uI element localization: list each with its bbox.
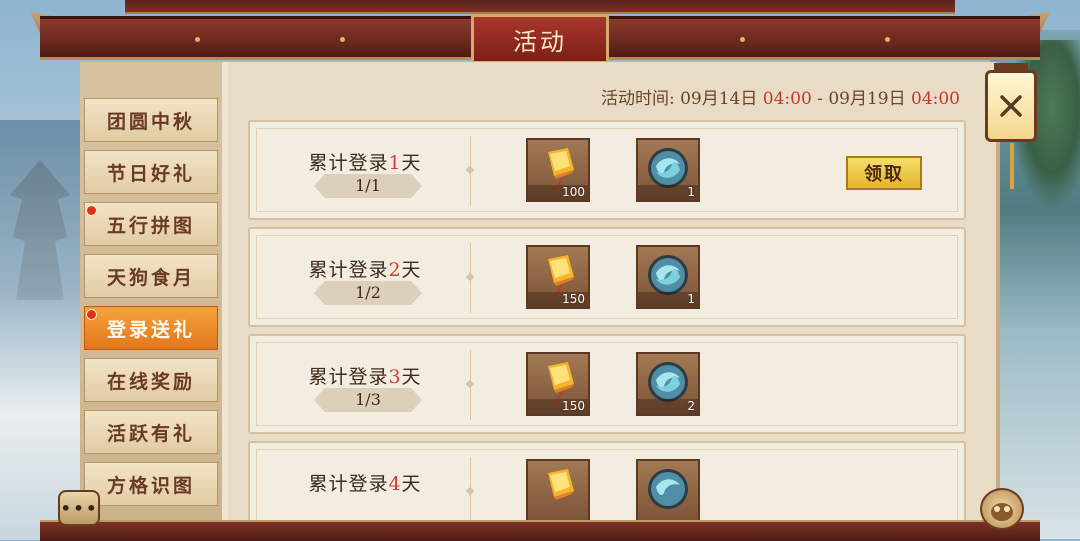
reward-condition: 累计登录1天 xyxy=(290,148,440,175)
lantern-cap xyxy=(994,63,1028,71)
tab-online-rewards[interactable]: 在线奖励 xyxy=(84,358,218,402)
reward-item-orb[interactable]: 1 xyxy=(636,245,700,309)
event-time-separator: - xyxy=(817,89,823,109)
reward-condition: 累计登录3天 xyxy=(290,362,440,389)
close-button[interactable] xyxy=(985,63,1037,189)
event-start-time: 04:00 xyxy=(762,89,812,109)
tab-label: 团圆中秋 xyxy=(106,110,195,133)
lantern-tassel xyxy=(1010,143,1014,189)
claim-button[interactable]: 领取 xyxy=(846,156,922,190)
progress-text: 1/1 xyxy=(314,174,422,198)
companion-button[interactable] xyxy=(980,488,1024,530)
condition-text: 累计登录 xyxy=(308,366,389,388)
red-dot-badge xyxy=(86,205,97,216)
reward-item-lantern[interactable] xyxy=(526,459,590,520)
chat-button[interactable]: ••• xyxy=(58,490,100,526)
activity-tab-list: 团圆中秋 节日好礼 五行拼图 天狗食月 登录送礼 在线奖励 活跃有礼 方格识图 xyxy=(80,62,222,522)
item-count: 2 xyxy=(687,399,695,413)
reward-item-orb[interactable]: 1 xyxy=(636,138,700,202)
tab-label: 活跃有礼 xyxy=(106,422,195,445)
tab-label: 登录送礼 xyxy=(106,318,195,341)
reward-row: 累计登录3天 1/3 150 2 xyxy=(248,334,966,434)
chat-icon: ••• xyxy=(59,496,99,520)
tab-heavenly-dog-eclipse[interactable]: 天狗食月 xyxy=(84,254,218,298)
reward-item-orb[interactable]: 2 xyxy=(636,352,700,416)
reward-row: 累计登录2天 1/2 150 1 xyxy=(248,227,966,327)
condition-text: 累计登录 xyxy=(308,473,389,495)
companion-icon xyxy=(991,503,1013,521)
reward-row: 累计登录4天 xyxy=(248,441,966,520)
event-start-date: 09月14日 xyxy=(680,89,758,109)
tab-grid-picture[interactable]: 方格识图 xyxy=(84,462,218,506)
condition-day: 2 xyxy=(388,259,402,281)
condition-text: 累计登录 xyxy=(308,152,389,174)
progress-text: 1/2 xyxy=(314,281,422,305)
beam-stud xyxy=(195,37,200,42)
event-time-label: 活动时间: xyxy=(600,89,675,109)
event-time: 活动时间: 09月14日 04:00 - 09月19日 04:00 xyxy=(601,84,960,109)
footer-beam xyxy=(40,520,1040,541)
condition-unit: 天 xyxy=(401,152,422,174)
reward-content: 活动时间: 09月14日 04:00 - 09月19日 04:00 累计登录1天… xyxy=(228,62,996,522)
event-end-time: 04:00 xyxy=(911,89,960,109)
condition-unit: 天 xyxy=(401,473,422,495)
tab-login-gifts[interactable]: 登录送礼 xyxy=(84,306,218,350)
event-end-date: 09月19日 xyxy=(828,89,906,109)
reward-condition: 累计登录2天 xyxy=(290,255,440,282)
reward-item-lantern[interactable]: 100 xyxy=(526,138,590,202)
page-title: 活动 xyxy=(513,27,567,56)
reward-item-lantern[interactable]: 150 xyxy=(526,352,590,416)
item-count: 150 xyxy=(562,399,585,413)
claim-button-label: 领取 xyxy=(864,164,904,185)
tab-festival-gifts[interactable]: 节日好礼 xyxy=(84,150,218,194)
beam-stud xyxy=(740,37,745,42)
progress-text: 1/3 xyxy=(314,388,422,412)
condition-day: 1 xyxy=(388,152,402,174)
condition-text: 累计登录 xyxy=(308,259,389,281)
tab-mid-autumn-reunion[interactable]: 团圆中秋 xyxy=(84,98,218,142)
item-count: 150 xyxy=(562,292,585,306)
close-icon xyxy=(1000,95,1022,117)
tab-label: 节日好礼 xyxy=(106,162,195,185)
condition-day: 3 xyxy=(388,366,402,388)
item-count: 1 xyxy=(687,292,695,306)
beam-stud xyxy=(885,37,890,42)
condition-day: 4 xyxy=(388,473,402,495)
beam-stud xyxy=(340,37,345,42)
item-count: 1 xyxy=(687,185,695,199)
tab-five-elements-puzzle[interactable]: 五行拼图 xyxy=(84,202,218,246)
tab-label: 天狗食月 xyxy=(106,266,195,289)
sky-lantern-icon xyxy=(548,469,574,500)
reward-list[interactable]: 累计登录1天 1/1 100 1 领取 累计登录2天 1/2 150 1 累计登… xyxy=(248,120,968,520)
tab-label: 五行拼图 xyxy=(106,214,195,237)
red-dot-badge xyxy=(86,309,97,320)
reward-row: 累计登录1天 1/1 100 1 领取 xyxy=(248,120,966,220)
tab-active-gifts[interactable]: 活跃有礼 xyxy=(84,410,218,454)
divider xyxy=(470,457,471,520)
condition-unit: 天 xyxy=(401,259,422,281)
reward-condition: 累计登录4天 xyxy=(290,469,440,496)
divider xyxy=(470,243,471,313)
jade-orb-icon xyxy=(648,469,688,509)
reward-item-orb[interactable] xyxy=(636,459,700,520)
tab-label: 方格识图 xyxy=(106,474,195,497)
divider xyxy=(470,136,471,206)
condition-unit: 天 xyxy=(401,366,422,388)
tab-label: 在线奖励 xyxy=(106,370,195,393)
top-rail xyxy=(125,0,955,14)
item-count: 100 xyxy=(562,185,585,199)
divider xyxy=(470,350,471,420)
title-plaque: 活动 xyxy=(471,14,609,64)
reward-item-lantern[interactable]: 150 xyxy=(526,245,590,309)
